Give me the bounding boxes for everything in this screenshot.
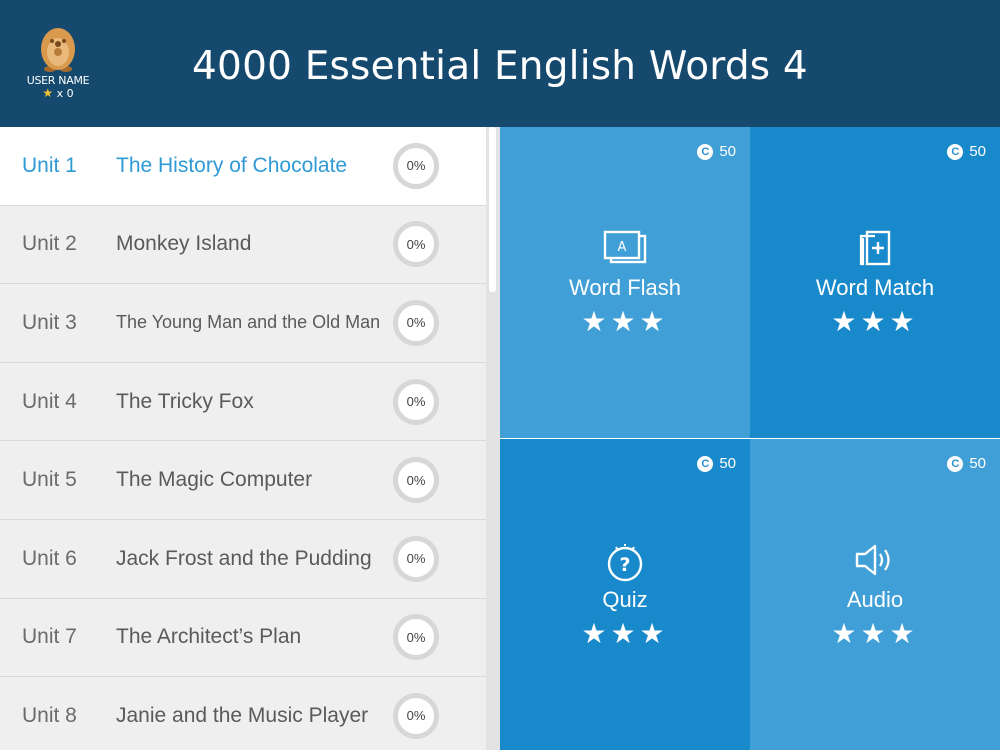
unit-number: Unit 4 bbox=[22, 389, 77, 413]
speaker-icon bbox=[750, 542, 1000, 582]
unit-number: Unit 7 bbox=[22, 625, 77, 649]
coin-badge: C 50 bbox=[947, 143, 986, 160]
unit-title: Monkey Island bbox=[116, 232, 252, 256]
tile-label: Word Flash bbox=[568, 275, 682, 300]
rating-stars: ★★★ bbox=[581, 305, 669, 338]
rating-stars: ★★★ bbox=[831, 617, 919, 650]
unit-number: Unit 3 bbox=[22, 310, 77, 334]
svg-text:?: ? bbox=[619, 554, 630, 576]
unit-row-5[interactable]: Unit 5 The Magic Computer 0% bbox=[0, 441, 486, 520]
rating-stars: ★★★ bbox=[581, 617, 669, 650]
question-icon: ? bbox=[500, 542, 750, 582]
unit-row-8[interactable]: Unit 8 Janie and the Music Player 0% bbox=[0, 677, 486, 750]
card-plus-icon bbox=[750, 230, 1000, 270]
unit-number: Unit 5 bbox=[22, 468, 77, 492]
word-match-tile[interactable]: C 50 Word Match ★★★ bbox=[750, 127, 1000, 438]
progress-circle: 0% bbox=[393, 692, 439, 739]
progress-circle: 0% bbox=[393, 142, 439, 189]
coin-count: 50 bbox=[719, 455, 736, 472]
unit-title: The Tricky Fox bbox=[116, 389, 254, 413]
progress-circle: 0% bbox=[393, 221, 439, 268]
unit-number: Unit 2 bbox=[22, 232, 77, 256]
tile-label: Quiz bbox=[602, 587, 648, 612]
unit-title: The Young Man and the Old Man bbox=[116, 312, 381, 333]
flashcard-icon: A bbox=[500, 230, 750, 270]
progress-circle: 0% bbox=[393, 614, 439, 661]
coin-icon: C bbox=[697, 455, 714, 472]
progress-circle: 0% bbox=[393, 535, 439, 582]
unit-row-2[interactable]: Unit 2 Monkey Island 0% bbox=[0, 205, 486, 285]
unit-number: Unit 6 bbox=[22, 546, 77, 570]
unit-number: Unit 8 bbox=[22, 703, 77, 727]
unit-title: The Magic Computer bbox=[116, 468, 313, 492]
quiz-tile[interactable]: C 50 ? Quiz ★★★ bbox=[500, 439, 750, 750]
coin-icon: C bbox=[947, 143, 964, 160]
svg-text:A: A bbox=[618, 240, 627, 255]
audio-tile[interactable]: C 50 Audio ★★★ bbox=[750, 439, 1000, 750]
app-header: USER NAME ★ x 0 4000 Essential English W… bbox=[0, 0, 1000, 127]
coin-icon: C bbox=[947, 455, 964, 472]
word-flash-tile[interactable]: C 50 A Word Flash ★★★ bbox=[500, 127, 750, 438]
unit-title: Janie and the Music Player bbox=[116, 703, 369, 727]
coin-badge: C 50 bbox=[697, 455, 736, 472]
coin-count: 50 bbox=[969, 455, 986, 472]
unit-row-3[interactable]: Unit 3 The Young Man and the Old Man 0% bbox=[0, 284, 486, 363]
coin-badge: C 50 bbox=[947, 455, 986, 472]
unit-title: The Architect’s Plan bbox=[116, 625, 302, 649]
unit-list-scrollbar[interactable] bbox=[486, 127, 500, 750]
scrollbar-thumb[interactable] bbox=[489, 127, 496, 292]
rating-stars: ★★★ bbox=[831, 305, 919, 338]
tile-label: Audio bbox=[846, 587, 904, 612]
unit-row-7[interactable]: Unit 7 The Architect’s Plan 0% bbox=[0, 598, 486, 678]
unit-title: Jack Frost and the Pudding bbox=[116, 546, 372, 570]
coin-badge: C 50 bbox=[697, 143, 736, 160]
coin-icon: C bbox=[697, 143, 714, 160]
unit-number: Unit 1 bbox=[22, 153, 77, 177]
tile-label: Word Match bbox=[815, 275, 935, 300]
unit-title: The History of Chocolate bbox=[116, 153, 348, 177]
unit-row-4[interactable]: Unit 4 The Tricky Fox 0% bbox=[0, 362, 486, 442]
page-title: 4000 Essential English Words 4 bbox=[192, 44, 808, 89]
unit-row-1[interactable]: Unit 1 The History of Chocolate 0% bbox=[0, 127, 486, 206]
coin-count: 50 bbox=[719, 143, 736, 160]
progress-circle: 0% bbox=[393, 299, 439, 346]
unit-row-6[interactable]: Unit 6 Jack Frost and the Pudding 0% bbox=[0, 519, 486, 599]
progress-circle: 0% bbox=[393, 457, 439, 504]
progress-circle: 0% bbox=[393, 378, 439, 425]
unit-list: Unit 1 The History of Chocolate 0% Unit … bbox=[0, 127, 486, 750]
coin-count: 50 bbox=[969, 143, 986, 160]
